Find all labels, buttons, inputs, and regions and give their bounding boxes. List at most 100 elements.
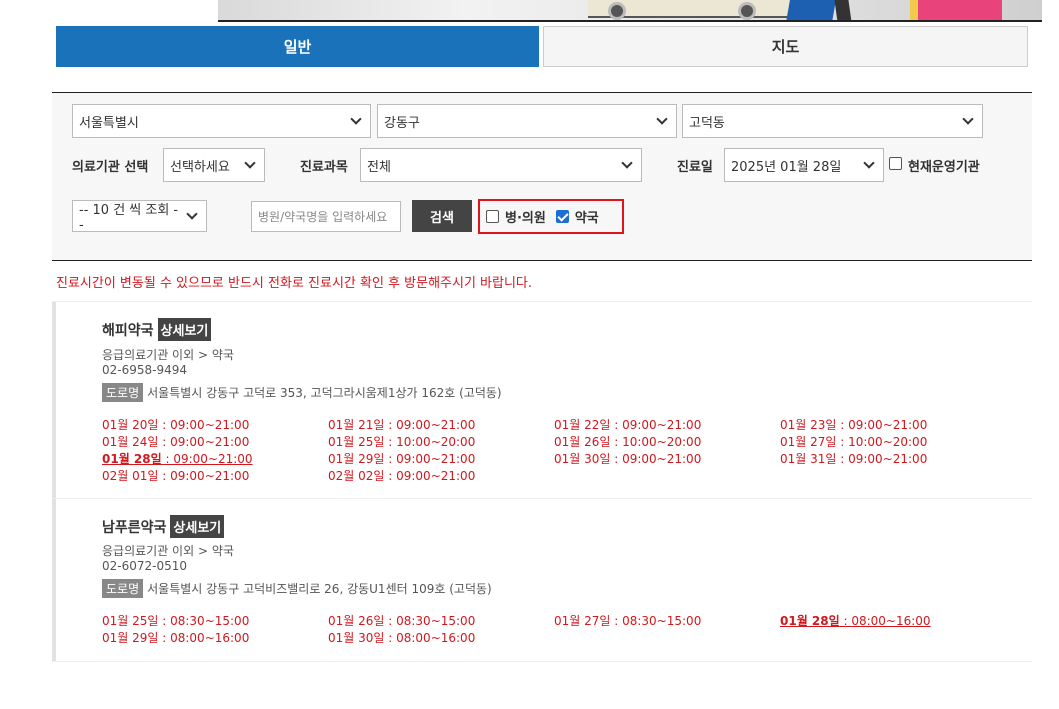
district-select[interactable]: 강동구: [377, 104, 677, 138]
hours-date: 01월 30일: [328, 631, 385, 645]
hours-date: 01월 30일: [554, 452, 611, 466]
hours-entry: 01월 25일 : 10:00~20:00: [328, 434, 554, 450]
hospital-checkbox[interactable]: [486, 210, 499, 223]
hours-date: 01월 26일: [554, 435, 611, 449]
road-address-badge: 도로명: [102, 383, 144, 402]
hours-entry: 02월 02일 : 09:00~21:00: [328, 468, 554, 484]
chevron-down-icon: [962, 113, 974, 125]
hours-date: 01월 25일: [102, 614, 159, 628]
chevron-down-icon: [244, 157, 256, 169]
hours-date: 01월 28일: [102, 452, 162, 466]
hours-date: 01월 31일: [780, 452, 837, 466]
dong-select[interactable]: 고덕동: [682, 104, 983, 138]
hours-entry: 01월 23일 : 09:00~21:00: [780, 417, 1006, 433]
institution-type-filter: 병·의원 약국: [478, 199, 624, 234]
hours-entry: 01월 26일 : 10:00~20:00: [554, 434, 780, 450]
hours-time: : 10:00~20:00: [836, 435, 928, 449]
hours-entry: 01월 24일 : 09:00~21:00: [102, 434, 328, 450]
name-search-input[interactable]: [251, 201, 401, 232]
pharmacy-checkbox[interactable]: [555, 210, 569, 223]
institution-select-value: 선택하세요: [170, 159, 230, 175]
result-address: 서울특별시 강동구 고덕비즈밸리로 26, 강동U1센터 109호 (고덕동): [147, 582, 492, 596]
chevron-down-icon: [350, 113, 362, 125]
subject-select[interactable]: 전체: [360, 148, 642, 182]
hours-date: 01월 22일: [554, 418, 611, 432]
chevron-down-icon: [621, 157, 633, 169]
road-address-badge: 도로명: [102, 579, 144, 598]
hours-time: : 08:00~16:00: [384, 631, 476, 645]
notice-text: 진료시간이 변동될 수 있으므로 반드시 전화로 진료시간 확인 후 방문해주시…: [56, 276, 533, 291]
result-card: 해피약국 상세보기 응급의료기관 이외 > 약국 02-6958-9494 도로…: [52, 302, 1032, 498]
result-card: 남푸른약국 상세보기 응급의료기관 이외 > 약국 02-6072-0510 도…: [52, 499, 1032, 661]
hours-date: 01월 21일: [328, 418, 385, 432]
hours-entry: 01월 31일 : 09:00~21:00: [780, 451, 1006, 467]
result-category: 응급의료기관 이외 > 약국: [102, 544, 234, 558]
hours-date: 01월 24일: [102, 435, 159, 449]
hours-time: : 09:00~21:00: [836, 452, 928, 466]
tab-map[interactable]: 지도: [543, 26, 1028, 67]
hours-time: : 09:00~21:00: [158, 469, 250, 483]
institution-label: 의료기관 선택: [72, 160, 149, 175]
search-button[interactable]: 검색: [412, 200, 472, 232]
detail-button[interactable]: 상세보기: [170, 515, 225, 538]
hours-date: 01월 23일: [780, 418, 837, 432]
hours-time: : 09:00~21:00: [836, 418, 928, 432]
hours-date: 01월 29일: [328, 452, 385, 466]
hours-date: 01월 20일: [102, 418, 159, 432]
hours-date: 02월 01일: [102, 469, 159, 483]
result-address: 서울특별시 강동구 고덕로 353, 고덕그라시움제1상가 162호 (고덕동): [147, 386, 502, 400]
city-select[interactable]: 서울특별시: [72, 104, 371, 138]
hours-time: : 08:30~15:00: [610, 614, 702, 628]
hours-entry: 01월 27일 : 08:30~15:00: [554, 613, 780, 629]
subject-select-value: 전체: [367, 159, 391, 175]
institution-select[interactable]: 선택하세요: [163, 148, 265, 182]
hours-grid: 01월 25일 : 08:30~15:00 01월 26일 : 08:30~15:…: [102, 613, 1022, 646]
hours-time: : 09:00~21:00: [610, 452, 702, 466]
detail-button[interactable]: 상세보기: [157, 318, 212, 341]
hours-date: 01월 28일: [780, 614, 840, 628]
hours-entry: 01월 25일 : 08:30~15:00: [102, 613, 328, 629]
tab-general[interactable]: 일반: [56, 26, 539, 67]
hours-date: 02월 02일: [328, 469, 385, 483]
hours-date: 01월 25일: [328, 435, 385, 449]
hours-entry: 01월 22일 : 09:00~21:00: [554, 417, 780, 433]
hours-time: : 09:00~21:00: [384, 418, 476, 432]
hours-time: : 09:00~21:00: [158, 435, 250, 449]
hours-entry: 01월 29일 : 09:00~21:00: [328, 451, 554, 467]
hours-entry: 01월 27일 : 10:00~20:00: [780, 434, 1006, 450]
district-select-value: 강동구: [384, 115, 420, 131]
hours-time: : 10:00~20:00: [384, 435, 476, 449]
hours-entry: 01월 29일 : 08:00~16:00: [102, 630, 328, 646]
subject-label: 진료과목: [300, 160, 348, 175]
hours-entry: 01월 30일 : 08:00~16:00: [328, 630, 554, 646]
date-label: 진료일: [677, 160, 713, 175]
hours-time: : 09:00~21:00: [610, 418, 702, 432]
hours-date: 01월 27일: [554, 614, 611, 628]
chevron-down-icon: [186, 208, 198, 220]
hours-date: 01월 26일: [328, 614, 385, 628]
current-operating-label: 현재운영기관: [908, 160, 980, 175]
hospital-checkbox-label: 병·의원: [505, 211, 546, 226]
result-name: 남푸른약국: [102, 519, 167, 536]
hours-time: : 09:00~21:00: [384, 452, 476, 466]
hours-entry: 01월 26일 : 08:30~15:00: [328, 613, 554, 629]
banner-divider: [218, 20, 1042, 22]
hours-entry-today: 01월 28일 : 09:00~21:00: [102, 451, 328, 467]
current-operating-checkbox[interactable]: [889, 157, 902, 170]
date-select-value: 2025년 01월 28일: [731, 159, 842, 175]
hours-date: 01월 29일: [102, 631, 159, 645]
chevron-down-icon: [863, 157, 875, 169]
result-phone: 02-6072-0510: [102, 559, 188, 573]
result-category: 응급의료기관 이외 > 약국: [102, 348, 234, 362]
hours-time: : 08:30~15:00: [158, 614, 250, 628]
date-select[interactable]: 2025년 01월 28일: [724, 148, 884, 182]
hours-time: : 09:00~21:00: [161, 452, 253, 466]
hours-entry: 01월 30일 : 09:00~21:00: [554, 451, 780, 467]
hours-entry: 01월 20일 : 09:00~21:00: [102, 417, 328, 433]
hours-time: : 08:00~16:00: [839, 614, 931, 628]
page-size-select[interactable]: -- 10 건 씩 조회 --: [72, 200, 207, 233]
divider: [52, 661, 1032, 662]
hours-entry-today: 01월 28일 : 08:00~16:00: [780, 613, 1006, 629]
hours-date: 01월 27일: [780, 435, 837, 449]
hours-entry: 02월 01일 : 09:00~21:00: [102, 468, 328, 484]
